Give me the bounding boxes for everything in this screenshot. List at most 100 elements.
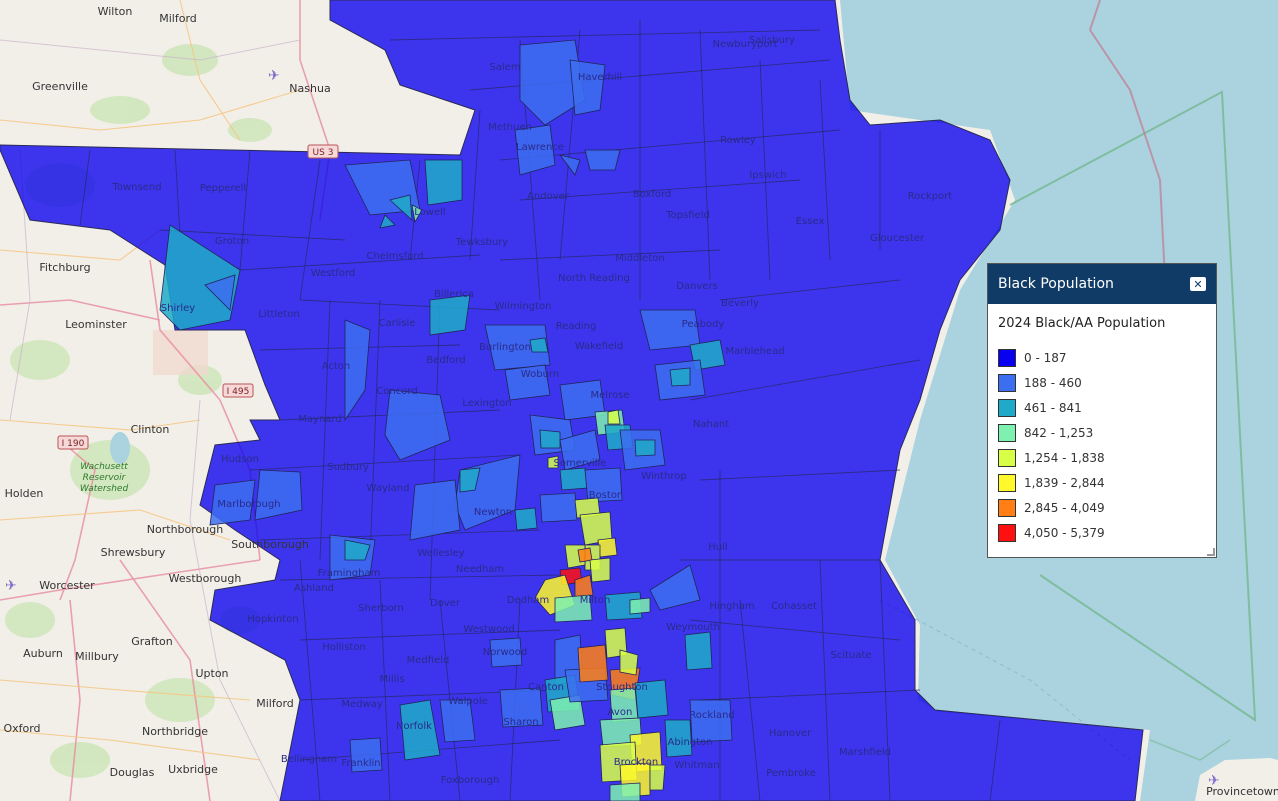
town-label: Burlington	[479, 342, 531, 353]
census-tract[interactable]	[689, 699, 733, 743]
legend-label: 1,254 - 1,838	[1024, 450, 1105, 465]
town-label: Essex	[796, 216, 825, 227]
svg-text:✈: ✈	[268, 68, 280, 84]
town-label: Topsfield	[665, 210, 710, 221]
legend-swatch	[998, 423, 1016, 442]
town-label: Newton	[474, 507, 512, 518]
place-label: Oxford	[3, 722, 40, 735]
place-label: Auburn	[23, 647, 63, 660]
census-tract[interactable]	[589, 557, 611, 583]
town-label: Rockport	[908, 191, 952, 202]
census-tract[interactable]	[607, 409, 621, 425]
town-label: Middleton	[615, 253, 664, 264]
legend-label: 188 - 460	[1024, 375, 1082, 390]
census-tract[interactable]	[424, 159, 463, 206]
town-label: Chelmsford	[366, 251, 423, 262]
census-tract[interactable]	[684, 631, 713, 671]
census-tract[interactable]	[539, 429, 561, 449]
census-tract[interactable]	[609, 782, 641, 801]
legend-swatch	[998, 498, 1016, 517]
census-tract[interactable]	[649, 764, 666, 791]
park-label: Watershed	[80, 484, 129, 494]
town-label: Dedham	[507, 595, 549, 606]
town-label: Lawrence	[516, 142, 564, 153]
census-tract[interactable]	[529, 337, 549, 353]
census-tract[interactable]	[597, 537, 618, 558]
town-label: Hudson	[221, 454, 259, 465]
town-label: Rowley	[720, 135, 756, 146]
place-label: Uxbridge	[168, 763, 218, 776]
town-label: Maynard	[298, 414, 341, 425]
census-tract[interactable]	[429, 294, 471, 336]
town-label: Marlborough	[217, 499, 280, 510]
town-label: Westford	[311, 268, 356, 279]
place-label: Nashua	[289, 82, 330, 95]
town-label: Sherborn	[358, 603, 404, 614]
census-tract[interactable]	[639, 309, 701, 351]
town-label: Winthrop	[641, 471, 686, 482]
town-label: Millis	[380, 674, 405, 685]
town-label: Framingham	[318, 568, 381, 579]
town-label: Scituate	[830, 650, 871, 661]
legend-label: 461 - 841	[1024, 400, 1082, 415]
town-label: Wakefield	[575, 341, 624, 352]
town-label: Salem	[489, 62, 520, 73]
legend-label: 842 - 1,253	[1024, 425, 1094, 440]
legend-item: 842 - 1,253	[998, 420, 1206, 445]
town-label: Andover	[527, 191, 570, 202]
town-label: Shirley	[161, 303, 196, 314]
place-label: Greenville	[32, 80, 88, 93]
place-label: Southborough	[231, 538, 309, 551]
town-label: Medway	[341, 699, 382, 710]
census-tract[interactable]	[569, 59, 606, 116]
census-tract[interactable]	[559, 467, 588, 491]
town-label: Woburn	[521, 369, 559, 380]
census-tract[interactable]	[409, 479, 461, 541]
town-label: Sharon	[503, 717, 538, 728]
census-tract[interactable]	[669, 367, 691, 387]
park-label: Wachusett	[80, 462, 128, 472]
legend-item: 0 - 187	[998, 345, 1206, 370]
town-label: Hopkinton	[247, 614, 298, 625]
resize-handle[interactable]	[1207, 548, 1215, 556]
census-tract[interactable]	[577, 644, 609, 683]
road-shield-label: US 3	[313, 148, 334, 158]
legend-item: 1,254 - 1,838	[998, 445, 1206, 470]
town-label: Whitman	[674, 760, 719, 771]
census-tract[interactable]	[629, 597, 651, 615]
town-label: Wellesley	[417, 548, 464, 559]
town-label: Billerica	[434, 289, 474, 300]
town-label: Danvers	[676, 281, 718, 292]
town-label: Foxborough	[441, 775, 500, 786]
town-label: Hingham	[709, 601, 754, 612]
town-label: Cohasset	[771, 601, 817, 612]
town-label: Boston	[589, 490, 624, 501]
place-label: Holden	[5, 487, 44, 500]
census-tract[interactable]	[539, 492, 578, 523]
town-label: Newburyport	[712, 39, 777, 50]
place-label: Grafton	[131, 635, 173, 648]
legend-label: 2,845 - 4,049	[1024, 500, 1105, 515]
legend-panel[interactable]: Black Population ✕ 2024 Black/AA Populat…	[987, 263, 1217, 558]
town-label: Dover	[430, 598, 461, 609]
town-label: Marshfield	[839, 747, 891, 758]
town-label: Weymouth	[666, 622, 720, 633]
legend-item: 188 - 460	[998, 370, 1206, 395]
town-label: Walpole	[448, 696, 488, 707]
legend-body: 2024 Black/AA Population 0 - 187 188 - 46…	[988, 304, 1216, 557]
legend-item: 1,839 - 2,844	[998, 470, 1206, 495]
town-label: Norwood	[483, 647, 527, 658]
place-label: Upton	[195, 667, 228, 680]
census-tract[interactable]	[584, 149, 621, 171]
census-tract[interactable]	[514, 507, 538, 531]
town-label: Carlisle	[379, 318, 416, 329]
town-label: Hanover	[769, 728, 812, 739]
close-icon[interactable]: ✕	[1190, 277, 1206, 291]
place-label: Northbridge	[142, 725, 208, 738]
town-label: Westwood	[463, 624, 514, 635]
town-label: Abington	[667, 737, 712, 748]
town-label: Haverhill	[578, 72, 622, 83]
census-tract[interactable]	[634, 439, 656, 457]
town-label: Bedford	[426, 355, 465, 366]
town-label: Methuen	[488, 122, 532, 133]
